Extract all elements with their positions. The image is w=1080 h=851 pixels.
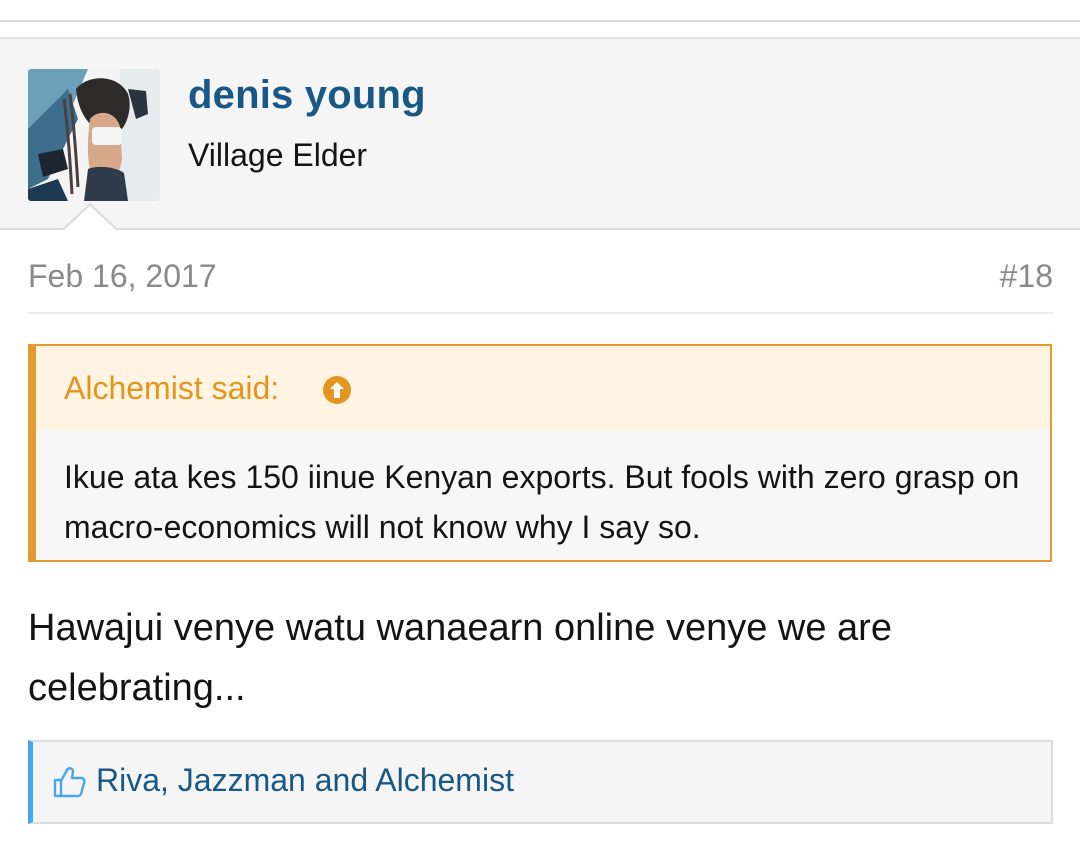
likes-list-link[interactable]: Riva, Jazzman and Alchemist <box>96 762 514 799</box>
post-number-link[interactable]: #18 <box>1000 258 1053 295</box>
username-link[interactable]: denis young <box>188 73 426 118</box>
top-divider <box>0 0 1080 22</box>
post-meta: Feb 16, 2017 #18 <box>28 256 1053 314</box>
avatar-photo <box>28 69 160 201</box>
quote-header: Alchemist said: <box>36 346 1050 430</box>
spacer <box>0 22 1080 36</box>
post-user-header: denis young Village Elder <box>0 37 1080 230</box>
post-message: Hawajui venye watu wanaearn online venye… <box>28 607 892 709</box>
avatar[interactable] <box>28 69 160 201</box>
user-title: Village Elder <box>188 137 368 173</box>
quote-text: Ikue ata kes 150 iinue Kenyan exports. B… <box>64 459 1020 545</box>
header-pointer-inner <box>64 206 116 230</box>
quote-author-label[interactable]: Alchemist said: <box>64 370 279 407</box>
likes-bar: Riva, Jazzman and Alchemist <box>28 740 1053 824</box>
arrow-up-circle-icon[interactable] <box>321 374 353 406</box>
thumbs-up-icon <box>53 767 86 798</box>
post-date-link[interactable]: Feb 16, 2017 <box>28 258 217 295</box>
quote-block: Alchemist said: Ikue ata kes 150 iinue K… <box>28 344 1052 562</box>
